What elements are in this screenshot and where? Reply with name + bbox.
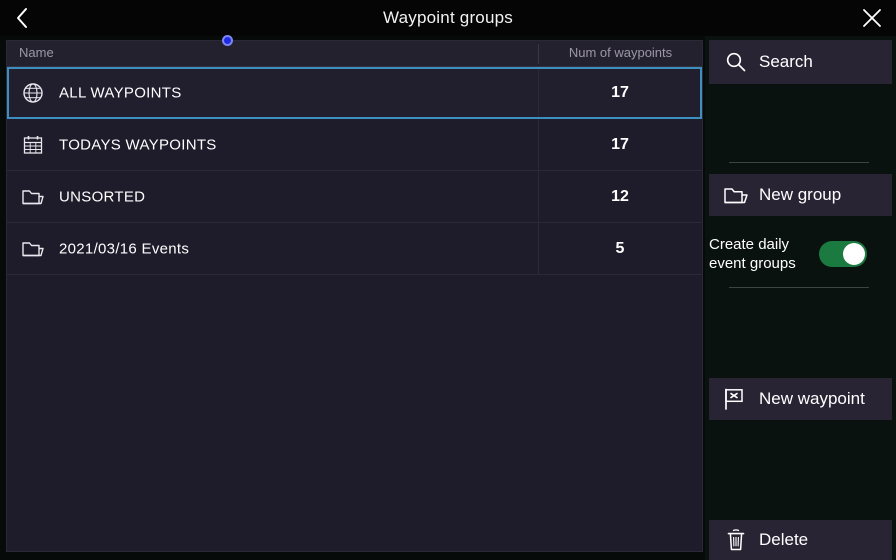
toggle-knob bbox=[843, 243, 865, 265]
table-body: ALL WAYPOINTS 17 TODAYS WAYPOINTS 17 UNS… bbox=[7, 67, 702, 275]
table-row[interactable]: UNSORTED 12 bbox=[7, 171, 702, 223]
search-button-label: Search bbox=[759, 52, 813, 71]
close-button[interactable] bbox=[854, 0, 890, 36]
new-waypoint-button-label: New waypoint bbox=[759, 389, 865, 408]
folder-icon bbox=[721, 182, 751, 208]
cursor-pointer bbox=[222, 35, 233, 46]
row-count: 12 bbox=[611, 187, 629, 205]
row-name: 2021/03/16 Events bbox=[59, 240, 190, 257]
row-count: 17 bbox=[611, 135, 629, 153]
trash-icon bbox=[721, 527, 751, 553]
search-icon bbox=[721, 49, 751, 75]
flag-waypoint-icon bbox=[721, 386, 751, 412]
row-name: UNSORTED bbox=[59, 188, 146, 205]
new-waypoint-button[interactable]: New waypoint bbox=[709, 378, 892, 420]
delete-button-label: Delete bbox=[759, 530, 809, 549]
create-daily-event-groups-setting: Create daily event groups bbox=[709, 226, 892, 282]
row-count: 5 bbox=[615, 239, 625, 257]
calendar-icon bbox=[21, 133, 45, 157]
search-button[interactable]: Search bbox=[709, 40, 892, 84]
waypoint-groups-screen: Waypoint groups Name Num of waypoints AL… bbox=[0, 0, 896, 560]
row-name: ALL WAYPOINTS bbox=[59, 84, 182, 102]
title-bar: Waypoint groups bbox=[0, 0, 896, 36]
sidebar-divider-1 bbox=[729, 162, 869, 163]
row-name: TODAYS WAYPOINTS bbox=[59, 136, 217, 153]
table-row[interactable]: ALL WAYPOINTS 17 bbox=[7, 67, 702, 119]
row-count: 17 bbox=[611, 84, 629, 101]
new-group-button[interactable]: New group bbox=[709, 174, 892, 216]
table-header-row: Name Num of waypoints bbox=[7, 41, 702, 67]
chevron-left-icon bbox=[15, 7, 29, 29]
new-group-button-label: New group bbox=[759, 185, 842, 204]
table-row[interactable]: 2021/03/16 Events 5 bbox=[7, 223, 702, 275]
folder-icon bbox=[21, 237, 45, 261]
delete-button[interactable]: Delete bbox=[709, 520, 892, 560]
close-icon bbox=[862, 8, 882, 28]
create-daily-event-groups-label: Create daily event groups bbox=[709, 236, 796, 272]
folder-icon bbox=[21, 185, 45, 209]
column-header-name: Name bbox=[19, 45, 54, 60]
back-button[interactable] bbox=[4, 0, 40, 36]
table-row[interactable]: TODAYS WAYPOINTS 17 bbox=[7, 119, 702, 171]
column-header-num: Num of waypoints bbox=[568, 45, 673, 60]
create-daily-event-groups-toggle[interactable] bbox=[819, 241, 867, 267]
sidebar-divider-2 bbox=[729, 287, 869, 288]
action-sidebar: Search New group Create daily event grou… bbox=[705, 36, 896, 560]
globe-icon bbox=[21, 81, 45, 105]
page-title: Waypoint groups bbox=[383, 8, 513, 27]
waypoint-group-list: Name Num of waypoints ALL WAYPOINTS 17 T… bbox=[6, 40, 703, 552]
